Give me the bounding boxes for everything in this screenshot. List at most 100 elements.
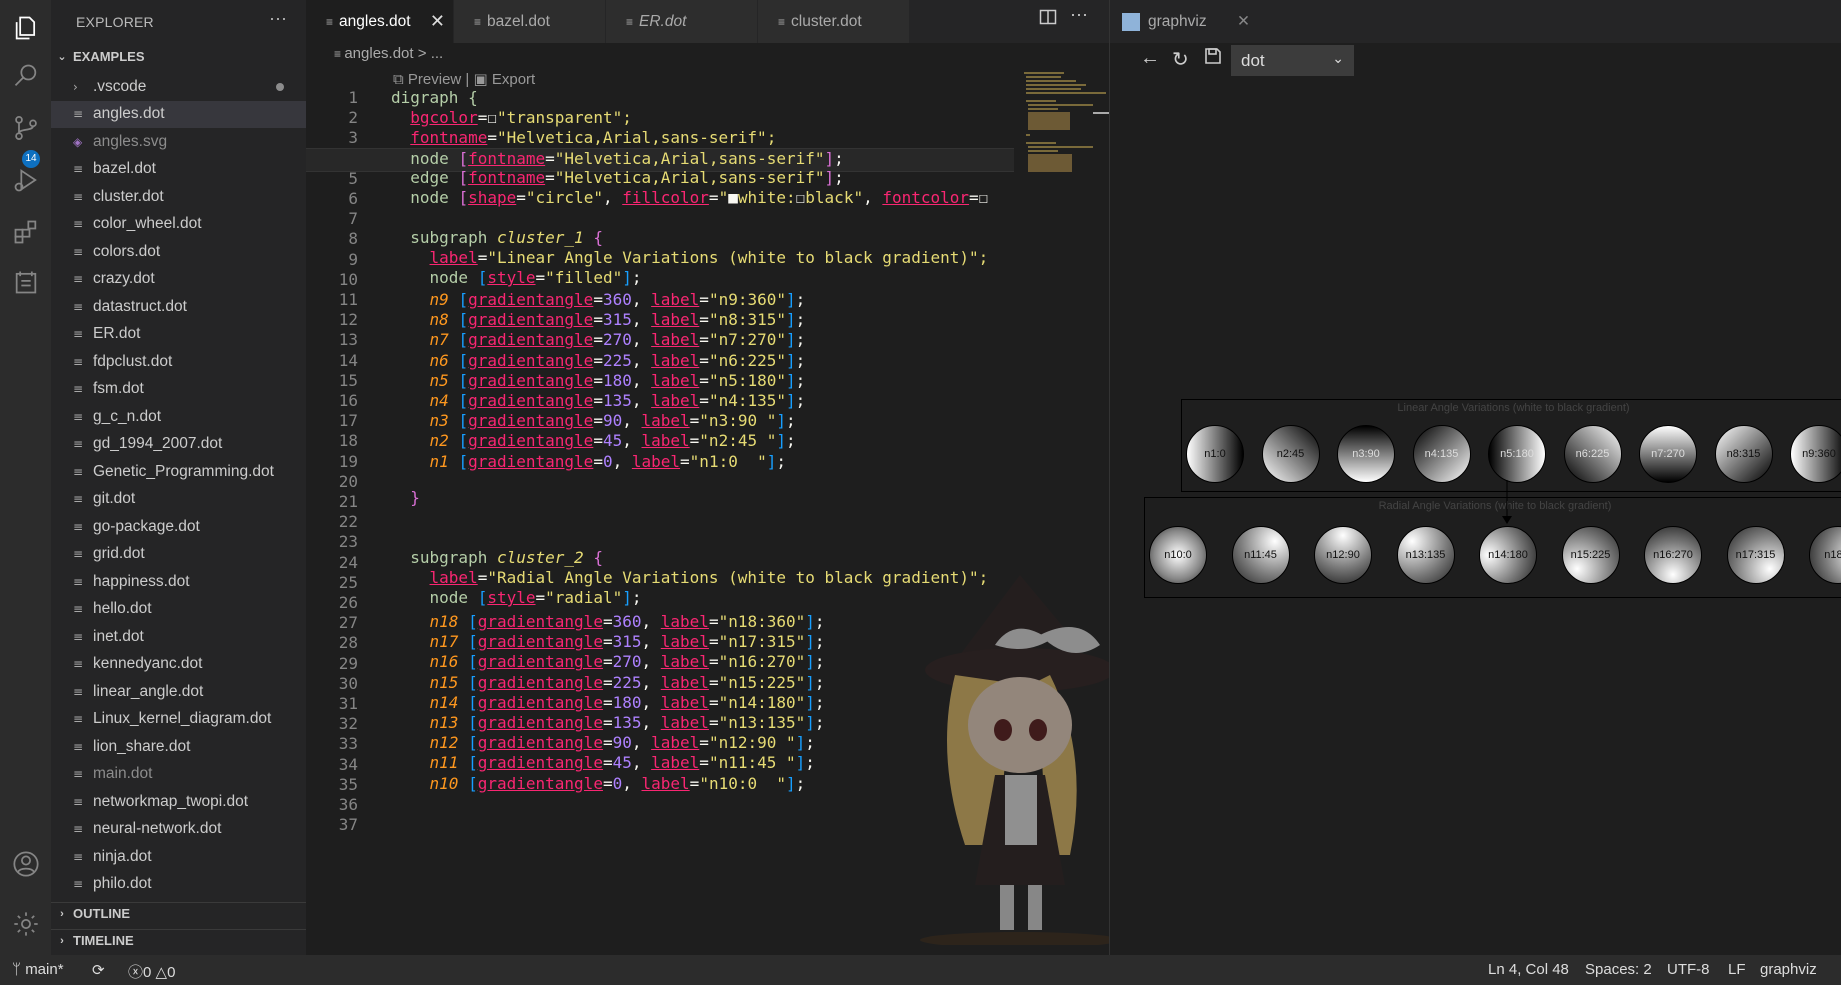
test-icon[interactable]: [0, 258, 51, 306]
graph-node[interactable]: n14:180: [1479, 526, 1537, 584]
file-item[interactable]: ≡ colors.dot: [51, 238, 306, 266]
graph-node[interactable]: n3:90: [1337, 425, 1395, 483]
file-item[interactable]: ≡ angles.dot: [51, 100, 306, 128]
file-item[interactable]: ◈ angles.svg: [51, 128, 306, 156]
close-icon[interactable]: ✕: [430, 11, 445, 32]
file-item[interactable]: ≡ datastruct.dot: [51, 293, 306, 321]
split-editor-icon[interactable]: [1039, 8, 1057, 31]
file-item[interactable]: ≡ inet.dot: [51, 623, 306, 651]
node-label: n2:45: [1276, 448, 1305, 460]
source-control-icon[interactable]: [0, 104, 51, 152]
language-mode[interactable]: graphviz: [1760, 961, 1817, 978]
code-token: n4: [429, 391, 449, 410]
code-token: n11: [429, 753, 459, 773]
tab-bazel-dot[interactable]: ≡ bazel.dot: [454, 0, 606, 43]
more-actions-icon[interactable]: ···: [269, 8, 287, 29]
file-item[interactable]: ≡ Genetic_Programming.dot: [51, 458, 306, 486]
preview-link[interactable]: Preview: [408, 71, 461, 88]
file-item[interactable]: ≡ networkmap_twopi.dot: [51, 788, 306, 816]
export-link[interactable]: Export: [492, 71, 535, 88]
graph-node[interactable]: n1:0: [1186, 425, 1244, 483]
file-item[interactable]: ≡ grid.dot: [51, 541, 306, 569]
refresh-icon[interactable]: ↻: [1172, 47, 1189, 75]
file-name: datastruct.dot: [93, 297, 187, 315]
file-item[interactable]: ≡ main.dot: [51, 761, 306, 789]
outline-section[interactable]: › OUTLINE: [51, 902, 306, 924]
file-item[interactable]: ≡ kennedyanc.dot: [51, 651, 306, 679]
color-swatch-icon[interactable]: ☐: [487, 108, 497, 127]
file-item[interactable]: ≡ go-package.dot: [51, 513, 306, 541]
graph-node[interactable]: n15:225: [1561, 526, 1620, 584]
more-actions-icon[interactable]: ···: [1070, 4, 1088, 25]
settings-gear-icon[interactable]: [0, 900, 51, 948]
file-item[interactable]: ≡ lion_share.dot: [51, 733, 306, 761]
graph-node[interactable]: n5:180: [1488, 425, 1546, 483]
graph-node[interactable]: n2:45: [1261, 425, 1320, 483]
tab-graphviz[interactable]: graphviz ✕: [1110, 0, 1260, 43]
tab-angles-dot[interactable]: ≡ angles.dot ✕: [306, 0, 454, 43]
file-item[interactable]: ≡ gd_1994_2007.dot: [51, 431, 306, 459]
run-debug-icon[interactable]: [0, 156, 51, 204]
timeline-section[interactable]: › TIMELINE: [51, 929, 306, 951]
problems-status[interactable]: ⓧ0 △0: [128, 961, 175, 982]
graph-node[interactable]: n13:135: [1396, 526, 1455, 584]
graph-node[interactable]: n4:135: [1412, 425, 1471, 483]
file-item[interactable]: ≡ git.dot: [51, 486, 306, 514]
chevron-down-icon: ⌄: [1332, 50, 1344, 66]
file-item[interactable]: ≡ ninja.dot: [51, 843, 306, 871]
line-ending[interactable]: LF: [1728, 961, 1746, 978]
extensions-icon[interactable]: [0, 208, 51, 256]
breadcrumb-symbol[interactable]: ...: [431, 45, 444, 62]
explorer-sidebar: EXPLORER ··· ⌄ EXAMPLES › .vscode ≡ angles.…: [51, 0, 306, 955]
file-item[interactable]: ≡ bazel.dot: [51, 156, 306, 184]
encoding[interactable]: UTF-8: [1667, 961, 1710, 978]
graph-node[interactable]: n16:270: [1644, 526, 1702, 584]
file-item[interactable]: ≡ ER.dot: [51, 321, 306, 349]
close-icon[interactable]: ✕: [1237, 12, 1250, 31]
file-lines-icon: ≡: [73, 602, 84, 617]
save-icon[interactable]: [1204, 47, 1222, 75]
file-item[interactable]: ≡ g_c_n.dot: [51, 403, 306, 431]
code-token: n3: [429, 411, 449, 431]
back-arrow-icon[interactable]: ←: [1140, 47, 1160, 75]
file-item[interactable]: ≡ Linux_kernel_diagram.dot: [51, 706, 306, 734]
file-lines-icon: ≡: [73, 547, 84, 562]
indentation[interactable]: Spaces: 2: [1585, 961, 1652, 978]
accounts-icon[interactable]: [0, 840, 51, 888]
graph-node[interactable]: n6:225: [1563, 425, 1622, 483]
graph-node[interactable]: n10:0: [1149, 526, 1207, 584]
file-item[interactable]: ≡ cluster.dot: [51, 183, 306, 211]
graph-node[interactable]: n12:90: [1314, 526, 1372, 584]
engine-select[interactable]: dot ⌄: [1231, 45, 1354, 76]
tab-er-dot[interactable]: ≡ ER.dot: [606, 0, 758, 43]
graph-node[interactable]: n17:315: [1726, 526, 1785, 584]
file-item[interactable]: ≡ happiness.dot: [51, 568, 306, 596]
folder-header-examples[interactable]: ⌄ EXAMPLES: [51, 45, 306, 67]
sync-icon[interactable]: ⟳: [92, 961, 105, 979]
file-item[interactable]: ≡ hello.dot: [51, 596, 306, 624]
branch-status[interactable]: ᛘ main*: [12, 961, 64, 978]
tab-cluster-dot[interactable]: ≡ cluster.dot: [758, 0, 910, 43]
color-swatch-icon[interactable]: ■: [728, 188, 738, 207]
color-swatch-icon[interactable]: ☐: [796, 188, 806, 207]
file-item[interactable]: › .vscode: [51, 73, 306, 101]
graph-node[interactable]: n8:315: [1714, 425, 1773, 483]
file-lines-icon: ≡: [73, 217, 84, 232]
file-item[interactable]: ≡ fsm.dot: [51, 376, 306, 404]
file-item[interactable]: ≡ neural-network.dot: [51, 816, 306, 844]
cursor-position[interactable]: Ln 4, Col 48: [1488, 961, 1569, 978]
file-item[interactable]: ≡ linear_angle.dot: [51, 678, 306, 706]
code-token: label: [641, 411, 690, 431]
graph-node[interactable]: n9:360: [1790, 425, 1841, 483]
breadcrumb-file[interactable]: angles.dot: [344, 45, 413, 62]
code-token: gradientangle: [477, 612, 603, 631]
file-item[interactable]: ≡ philo.dot: [51, 871, 306, 899]
file-item[interactable]: ≡ fdpclust.dot: [51, 348, 306, 376]
graph-node[interactable]: n7:270: [1639, 425, 1697, 483]
file-item[interactable]: ≡ color_wheel.dot: [51, 211, 306, 239]
code-token: style: [487, 268, 536, 287]
search-icon[interactable]: [0, 52, 51, 100]
graph-node[interactable]: n11:45: [1231, 526, 1290, 584]
file-item[interactable]: ≡ crazy.dot: [51, 266, 306, 294]
explorer-icon[interactable]: [0, 4, 51, 52]
